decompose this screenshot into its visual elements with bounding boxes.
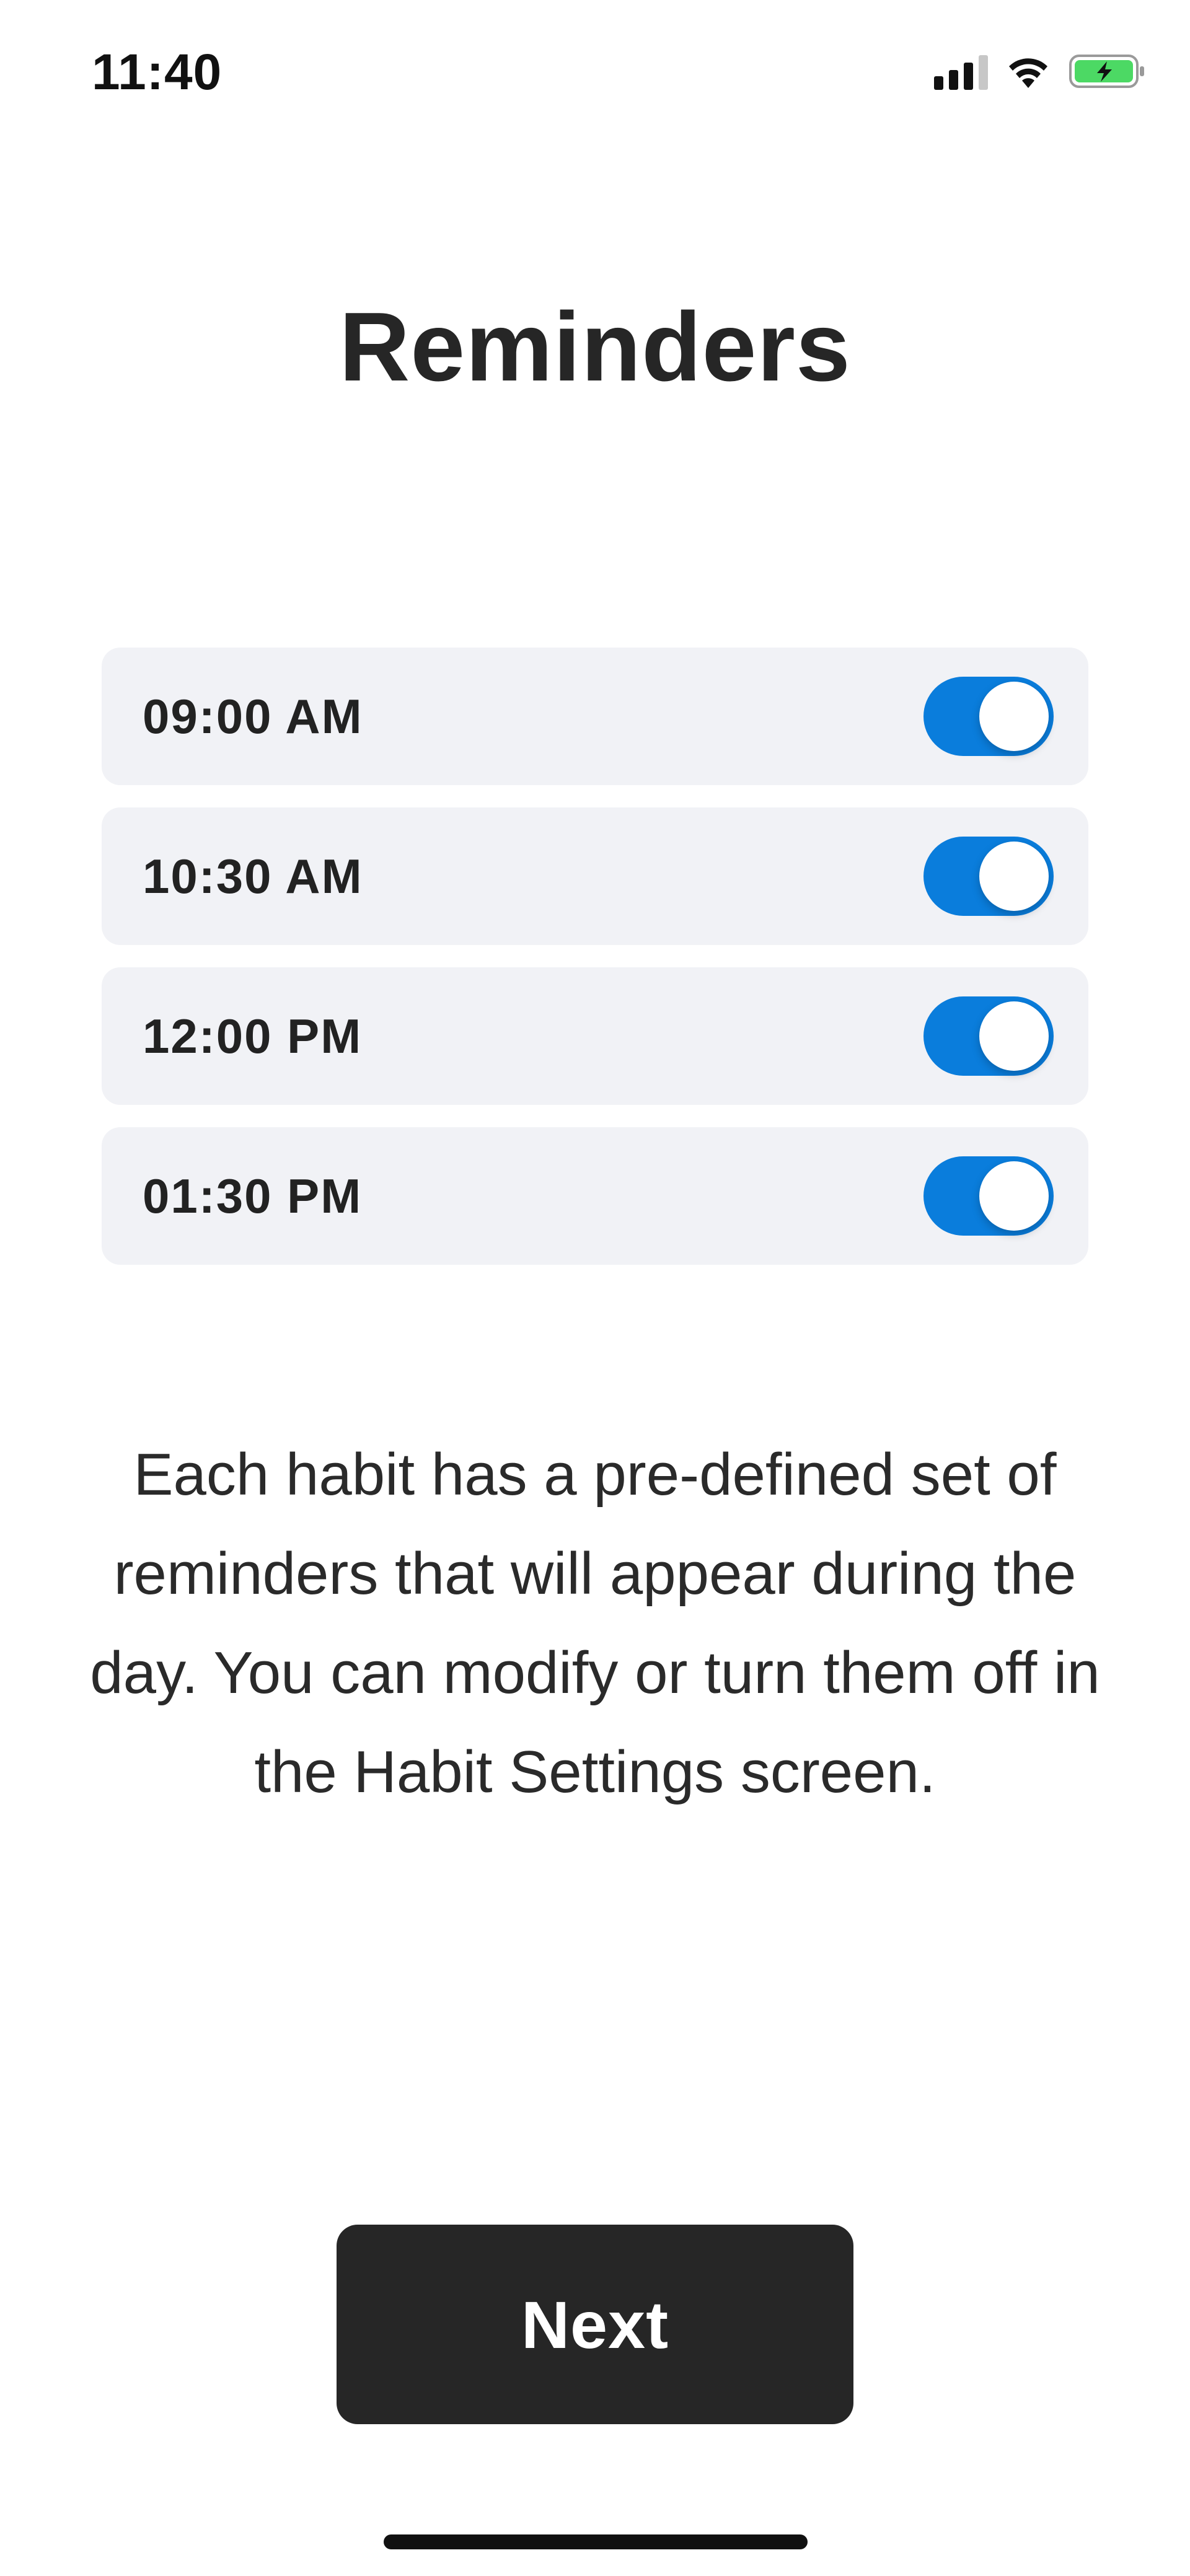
reminder-row: 10:30 AM bbox=[102, 807, 1088, 945]
battery-charging-icon bbox=[1069, 55, 1144, 88]
toggle-knob bbox=[979, 1161, 1049, 1231]
toggle-knob bbox=[979, 682, 1049, 751]
reminder-toggle[interactable] bbox=[923, 996, 1054, 1076]
next-button[interactable]: Next bbox=[337, 2225, 853, 2424]
status-icons bbox=[934, 50, 1147, 93]
reminder-toggle[interactable] bbox=[923, 837, 1054, 916]
reminder-time: 10:30 AM bbox=[143, 849, 363, 903]
reminder-row: 09:00 AM bbox=[102, 648, 1088, 785]
reminder-time: 12:00 PM bbox=[143, 1009, 363, 1063]
home-indicator[interactable] bbox=[384, 2534, 808, 2549]
reminder-time: 09:00 AM bbox=[143, 689, 363, 744]
cellular-signal-icon bbox=[934, 53, 988, 90]
toggle-knob bbox=[979, 1001, 1049, 1071]
wifi-icon bbox=[1009, 58, 1047, 88]
reminder-time: 01:30 PM bbox=[143, 1169, 363, 1223]
status-time: 11:40 bbox=[92, 44, 223, 100]
description-text: Each habit has a pre-defined set of remi… bbox=[90, 1441, 1100, 1805]
reminder-row: 01:30 PM bbox=[102, 1127, 1088, 1265]
reminder-row: 12:00 PM bbox=[102, 967, 1088, 1105]
reminder-toggle[interactable] bbox=[923, 677, 1054, 756]
toggle-knob bbox=[979, 842, 1049, 911]
status-bar: 11:40 bbox=[0, 0, 1190, 146]
page-title: Reminders bbox=[339, 292, 851, 402]
reminder-list: 09:00 AM 10:30 AM 12:00 PM 01:30 PM bbox=[102, 648, 1088, 1287]
reminder-toggle[interactable] bbox=[923, 1156, 1054, 1236]
